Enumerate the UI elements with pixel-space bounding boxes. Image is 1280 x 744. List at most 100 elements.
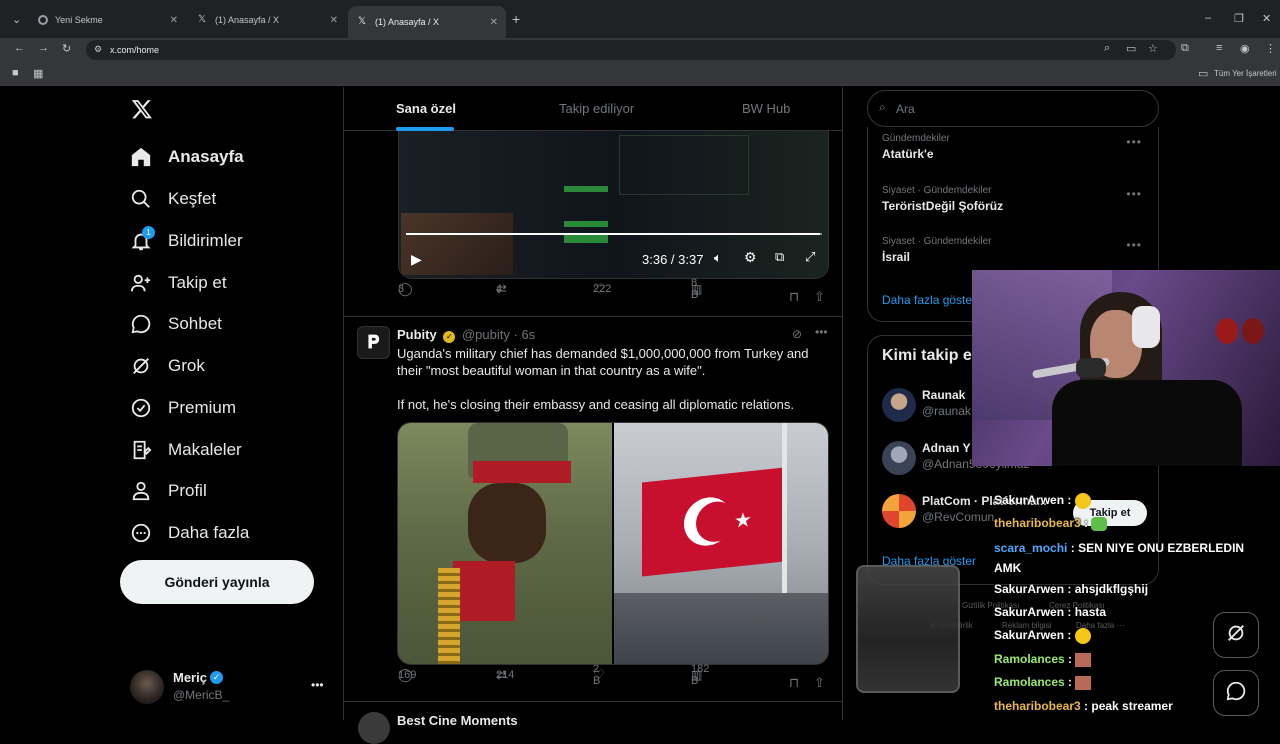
restore-icon[interactable]: ❐ [1234, 12, 1244, 25]
chat-icon [130, 313, 152, 335]
chat-username: SakurArwen [994, 582, 1065, 596]
bookmark-icon[interactable]: ⊓ [789, 675, 799, 691]
timeline-tabs: Sana özel Takip ediliyor BW Hub [344, 87, 842, 131]
bookmark-icon[interactable]: ⊓ [789, 289, 799, 305]
nav-chat[interactable]: Sohbet [130, 309, 222, 339]
tweet-handle[interactable]: @pubity [462, 327, 510, 342]
site-info-icon[interactable]: ⚙ [94, 44, 102, 55]
chat-message: SakurArwen : [994, 628, 1091, 644]
next-tweet-avatar[interactable] [358, 712, 390, 744]
close-icon[interactable]: ✕ [490, 17, 498, 28]
trend-more-icon[interactable]: ••• [1126, 135, 1142, 149]
trend-item[interactable]: Siyaset · Gündemdekiler İsrail [882, 236, 992, 264]
nav-label: Makaleler [168, 440, 242, 459]
tab-for-you[interactable]: Sana özel [396, 101, 456, 116]
reload-icon[interactable]: ↻ [62, 42, 71, 55]
forward-icon[interactable]: → [38, 42, 49, 54]
new-tab-icon[interactable]: + [512, 11, 520, 27]
browser-tab-1[interactable]: Yeni Sekme ✕ [28, 6, 186, 34]
url-field[interactable]: ⚙ x.com/home [86, 40, 1176, 60]
nav-articles[interactable]: Makaleler [130, 435, 242, 465]
nav-profile[interactable]: Profil [130, 476, 207, 506]
browser-tab-2[interactable]: 𝕏 (1) Anasayfa / X ✕ [188, 6, 346, 34]
cast-icon[interactable]: ▭ [1126, 42, 1136, 55]
tab-search-icon[interactable]: ⌄ [12, 13, 21, 26]
nav-more[interactable]: Daha fazla [130, 518, 249, 548]
pip-icon[interactable]: ⧉ [775, 249, 784, 265]
share-icon[interactable]: ⇧ [814, 289, 825, 305]
star-icon[interactable]: ☆ [1148, 42, 1158, 55]
close-icon[interactable]: ✕ [330, 15, 338, 26]
search-input[interactable]: ⌕ Ara [867, 90, 1159, 127]
trend-more-icon[interactable]: ••• [1126, 238, 1142, 252]
nav-grok[interactable]: Grok [130, 351, 205, 381]
video-progress-track[interactable] [406, 233, 822, 235]
profile-avatar-icon[interactable]: ◉ [1240, 42, 1250, 55]
tweet-more-icon[interactable]: ••• [815, 325, 828, 339]
trend-context: Siyaset · Gündemdekiler [882, 185, 992, 196]
more-dots-icon[interactable]: ••• [311, 678, 324, 692]
follow-icon [130, 272, 152, 294]
face-emote-icon [1075, 652, 1092, 667]
tweet-author[interactable]: Pubity [397, 327, 437, 342]
account-switcher[interactable]: Meriç ✓ @MericB_ ••• [130, 670, 330, 704]
tweet-avatar[interactable]: 𝐏 [357, 326, 390, 359]
grok-icon[interactable]: ⊘ [792, 327, 802, 341]
nav-explore[interactable]: Keşfet [130, 184, 216, 214]
glass-overlay [856, 565, 960, 693]
photo-general[interactable] [398, 423, 612, 664]
menu-icon[interactable]: ⋮ [1265, 42, 1276, 55]
video-player[interactable]: ▶ 3:36 / 3:37 🔈︎ ⚙ ⧉ ⤢ [398, 131, 829, 279]
post-button[interactable]: Gönderi yayınla [120, 560, 314, 604]
extensions-icon[interactable]: ⧉ [1181, 42, 1189, 55]
nav-notifications[interactable]: 1 Bildirimler [130, 226, 243, 256]
chat-message: theharibobear3 : [994, 516, 1108, 531]
nav-label: Premium [168, 398, 237, 417]
suggested-account[interactable]: Raunak @raunak [882, 388, 971, 422]
nav-follow[interactable]: Takip et [130, 268, 227, 298]
all-bookmarks-link[interactable]: Tüm Yer İşaretleri [1214, 69, 1277, 78]
tab-following[interactable]: Takip ediliyor [559, 101, 634, 116]
show-more-trends-link[interactable]: Daha fazla göster [882, 293, 976, 307]
close-icon[interactable]: ✕ [170, 15, 178, 26]
window-close-icon[interactable]: ✕ [1262, 12, 1271, 25]
nav-home[interactable]: Anasayfa [130, 142, 244, 172]
trend-item[interactable]: Siyaset · Gündemdekiler TeröristDeğil Şo… [882, 185, 1003, 213]
tweet-time[interactable]: 6s [521, 327, 535, 342]
next-tweet-author[interactable]: Best Cine Moments [397, 713, 518, 728]
tweet-media[interactable]: ★ [397, 422, 829, 665]
bookmark-app-icon[interactable]: ■ [12, 67, 19, 79]
nav-premium[interactable]: Premium [130, 393, 236, 423]
notification-badge: 1 [142, 226, 155, 239]
verified-icon [130, 397, 152, 419]
messages-floating-button[interactable] [1213, 670, 1259, 716]
apps-grid-icon[interactable]: ▦ [33, 67, 43, 80]
settings-icon[interactable]: ⚙ [744, 249, 757, 266]
account-handle: @raunak [922, 404, 971, 418]
volume-icon[interactable]: 🔈︎ [714, 250, 722, 266]
minimize-icon[interactable]: – [1205, 12, 1211, 24]
play-icon[interactable]: ▶ [411, 251, 422, 268]
profile-icon [130, 480, 152, 502]
back-icon[interactable]: ← [14, 42, 25, 54]
headset [1132, 306, 1160, 348]
tab-bw-hub[interactable]: BW Hub [742, 101, 790, 116]
chat-message: scara_mochi : SEN NIYE ONU EZBERLEDIN AM… [994, 541, 1245, 575]
shelf-figure [1216, 318, 1238, 344]
share-icon[interactable]: ⇧ [814, 675, 825, 691]
grok-floating-button[interactable] [1213, 612, 1259, 658]
tab-title: Yeni Sekme [55, 15, 103, 25]
chat-message: theharibobear3 : peak streamer [994, 699, 1173, 713]
browser-tab-3[interactable]: 𝕏 (1) Anasayfa / X ✕ [348, 6, 506, 38]
views-count: 182 B [691, 663, 710, 687]
search-icon [130, 188, 152, 210]
x-logo-icon[interactable] [131, 98, 153, 120]
verified-badge-icon: ✓ [210, 671, 223, 684]
trend-more-icon[interactable]: ••• [1126, 187, 1142, 201]
like-count: 2 B [593, 663, 601, 687]
photo-turkish-flag[interactable]: ★ [614, 423, 828, 664]
trend-item[interactable]: Gündemdekiler Atatürk'e [882, 133, 950, 161]
media-icon[interactable]: ≡ [1216, 42, 1222, 54]
zoom-icon[interactable]: ⌕ [1104, 42, 1110, 55]
fullscreen-icon[interactable]: ⤢ [805, 249, 815, 265]
